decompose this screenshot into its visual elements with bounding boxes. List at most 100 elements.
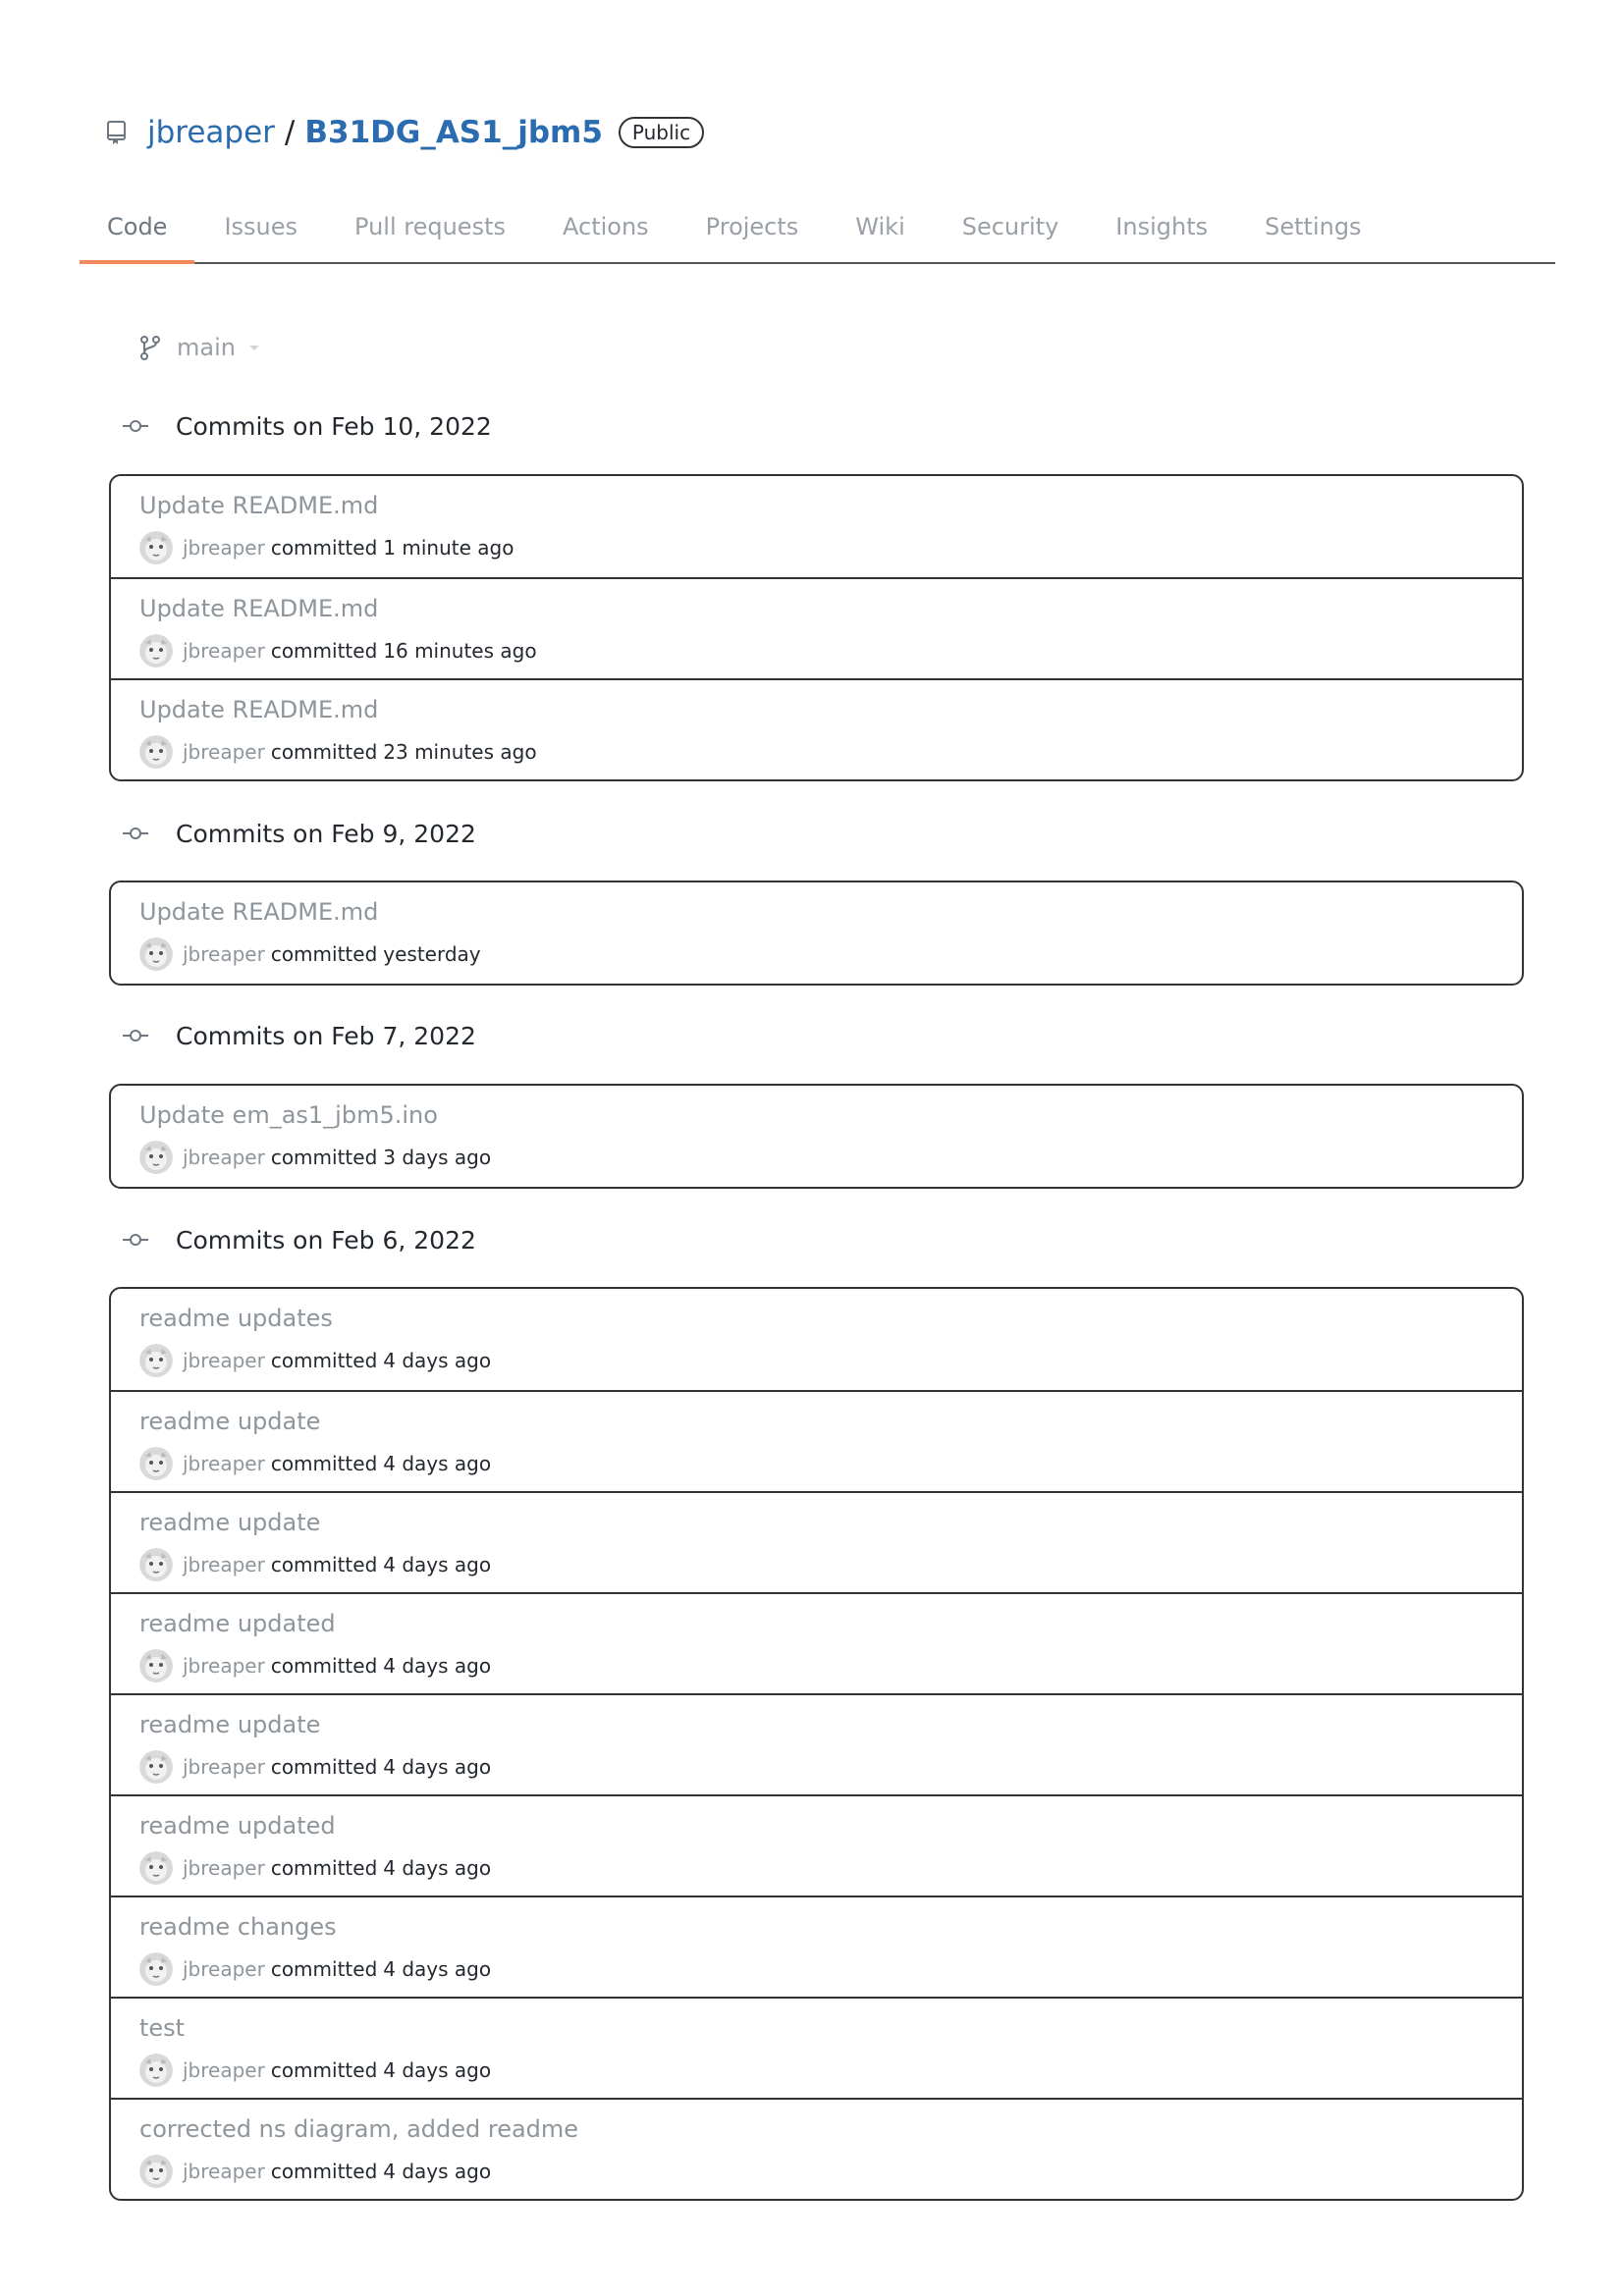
commit-message-link[interactable]: Update em_as1_jbm5.ino [139,1101,438,1129]
commit-meta: jbreaper committed 4 days ago [139,1447,491,1480]
commit-author-link[interactable]: jbreaper [183,1349,265,1372]
commit-author-link[interactable]: jbreaper [183,1146,265,1169]
commit-message-link[interactable]: readme update [139,1408,320,1435]
commit-message-link[interactable]: readme changes [139,1913,337,1941]
commit-verb: committed [270,1349,378,1372]
commit-time: 4 days ago [383,2160,492,2183]
commit-message-link[interactable]: readme updated [139,1812,336,1840]
commit-time: 4 days ago [383,1452,492,1475]
commit-list: Update README.md jbreaper committed yesterd… [109,881,1524,986]
commit-row: readme updates jbreaper committed 4 days ag… [111,1289,1522,1390]
git-commit-icon [123,420,148,432]
commit-message-link[interactable]: Update README.md [139,595,378,622]
repo-path-separator: / [284,115,296,150]
commit-author-link[interactable]: jbreaper [183,2160,265,2183]
commit-list: Update em_as1_jbm5.ino jbreaper committed 3… [109,1084,1524,1189]
avatar[interactable] [139,2155,173,2188]
commit-time: 4 days ago [383,1856,492,1880]
tab-projects[interactable]: Projects [678,191,827,262]
repo-owner-link[interactable]: jbreaper [147,115,275,150]
commit-message-link[interactable]: Update README.md [139,898,378,926]
commit-row: Update README.md jbreaper committed 23 minu… [111,678,1522,779]
repo-nav-tabs: Code Issues Pull requests Actions Projects Wi… [80,191,1555,264]
commit-author-link[interactable]: jbreaper [183,1755,265,1779]
commit-message-link[interactable]: readme update [139,1711,320,1738]
commit-row: readme update jbreaper committed 4 days ago [111,1693,1522,1794]
commit-author-link[interactable]: jbreaper [183,1553,265,1576]
commit-row: test jbreaper committed 4 days ago [111,1997,1522,2098]
avatar[interactable] [139,937,173,971]
commit-message-link[interactable]: readme updates [139,1305,333,1332]
branch-selector[interactable]: main [135,328,259,367]
commit-time: 4 days ago [383,1553,492,1576]
commit-message-link[interactable]: readme updated [139,1610,336,1637]
tab-wiki[interactable]: Wiki [828,191,932,262]
tab-security[interactable]: Security [935,191,1087,262]
commit-author-link[interactable]: jbreaper [183,1452,265,1475]
tab-pull-requests[interactable]: Pull requests [327,191,533,262]
commit-time: 3 days ago [383,1146,492,1169]
commit-group-header: Commits on Feb 7, 2022 [121,1016,476,1055]
tab-actions[interactable]: Actions [535,191,676,262]
avatar[interactable] [139,1447,173,1480]
commit-list: Update README.md jbreaper committed 1 minut… [109,474,1524,781]
tab-code[interactable]: Code [80,191,195,264]
commit-author-link[interactable]: jbreaper [183,740,265,764]
commit-row: corrected ns diagram, added readme jbreap… [111,2098,1522,2199]
commit-author-link[interactable]: jbreaper [183,536,265,560]
commit-row: Update em_as1_jbm5.ino jbreaper committed 3… [111,1086,1522,1187]
commit-message-link[interactable]: readme update [139,1509,320,1536]
commit-row: readme changes jbreaper committed 4 days ag… [111,1896,1522,1997]
avatar[interactable] [139,1952,173,1986]
commit-meta: jbreaper committed 4 days ago [139,1851,491,1885]
commit-time: 16 minutes ago [383,639,537,663]
branch-name: main [177,334,236,361]
commit-verb: committed [270,1957,378,1981]
commit-meta: jbreaper committed 1 minute ago [139,531,514,564]
avatar[interactable] [139,1649,173,1682]
commit-row: readme updated jbreaper committed 4 days ag… [111,1592,1522,1693]
commit-time: 4 days ago [383,1349,492,1372]
commit-message-link[interactable]: test [139,2014,185,2042]
repo-name-link[interactable]: B31DG_AS1_jbm5 [304,115,603,150]
commit-group-date: Commits on Feb 9, 2022 [176,819,476,848]
commit-author-link[interactable]: jbreaper [183,639,265,663]
avatar[interactable] [139,2054,173,2087]
avatar[interactable] [139,1548,173,1581]
commit-meta: jbreaper committed 4 days ago [139,1750,491,1784]
commit-author-link[interactable]: jbreaper [183,1654,265,1678]
commit-message-link[interactable]: Update README.md [139,696,378,723]
avatar[interactable] [139,1141,173,1174]
commit-meta: jbreaper committed yesterday [139,937,481,971]
commit-author-link[interactable]: jbreaper [183,1957,265,1981]
avatar[interactable] [139,735,173,769]
tab-insights[interactable]: Insights [1088,191,1235,262]
commit-verb: committed [270,1755,378,1779]
avatar[interactable] [139,1344,173,1377]
tab-issues[interactable]: Issues [196,191,325,262]
avatar[interactable] [139,1750,173,1784]
commit-row: Update README.md jbreaper committed 16 minu… [111,577,1522,678]
commit-meta: jbreaper committed 4 days ago [139,1344,491,1377]
avatar[interactable] [139,1851,173,1885]
commit-author-link[interactable]: jbreaper [183,942,265,966]
commit-group-date: Commits on Feb 6, 2022 [176,1225,476,1255]
commit-meta: jbreaper committed 4 days ago [139,1952,491,1986]
commit-verb: committed [270,1553,378,1576]
commit-message-link[interactable]: Update README.md [139,492,378,519]
avatar[interactable] [139,531,173,564]
commit-message-link[interactable]: corrected ns diagram, added readme [139,2115,578,2143]
commit-verb: committed [270,2160,378,2183]
commit-verb: committed [270,1654,378,1678]
git-branch-icon [140,336,160,360]
repo-header: jbreaper / B31DG_AS1_jbm5 Public [106,108,705,157]
commit-author-link[interactable]: jbreaper [183,2058,265,2082]
commit-group-date: Commits on Feb 7, 2022 [176,1021,476,1050]
commit-author-link[interactable]: jbreaper [183,1856,265,1880]
tab-settings[interactable]: Settings [1237,191,1388,262]
commit-verb: committed [270,639,378,663]
commit-meta: jbreaper committed 4 days ago [139,2155,491,2188]
commit-verb: committed [270,942,378,966]
avatar[interactable] [139,634,173,667]
commit-time: 1 minute ago [383,536,514,560]
